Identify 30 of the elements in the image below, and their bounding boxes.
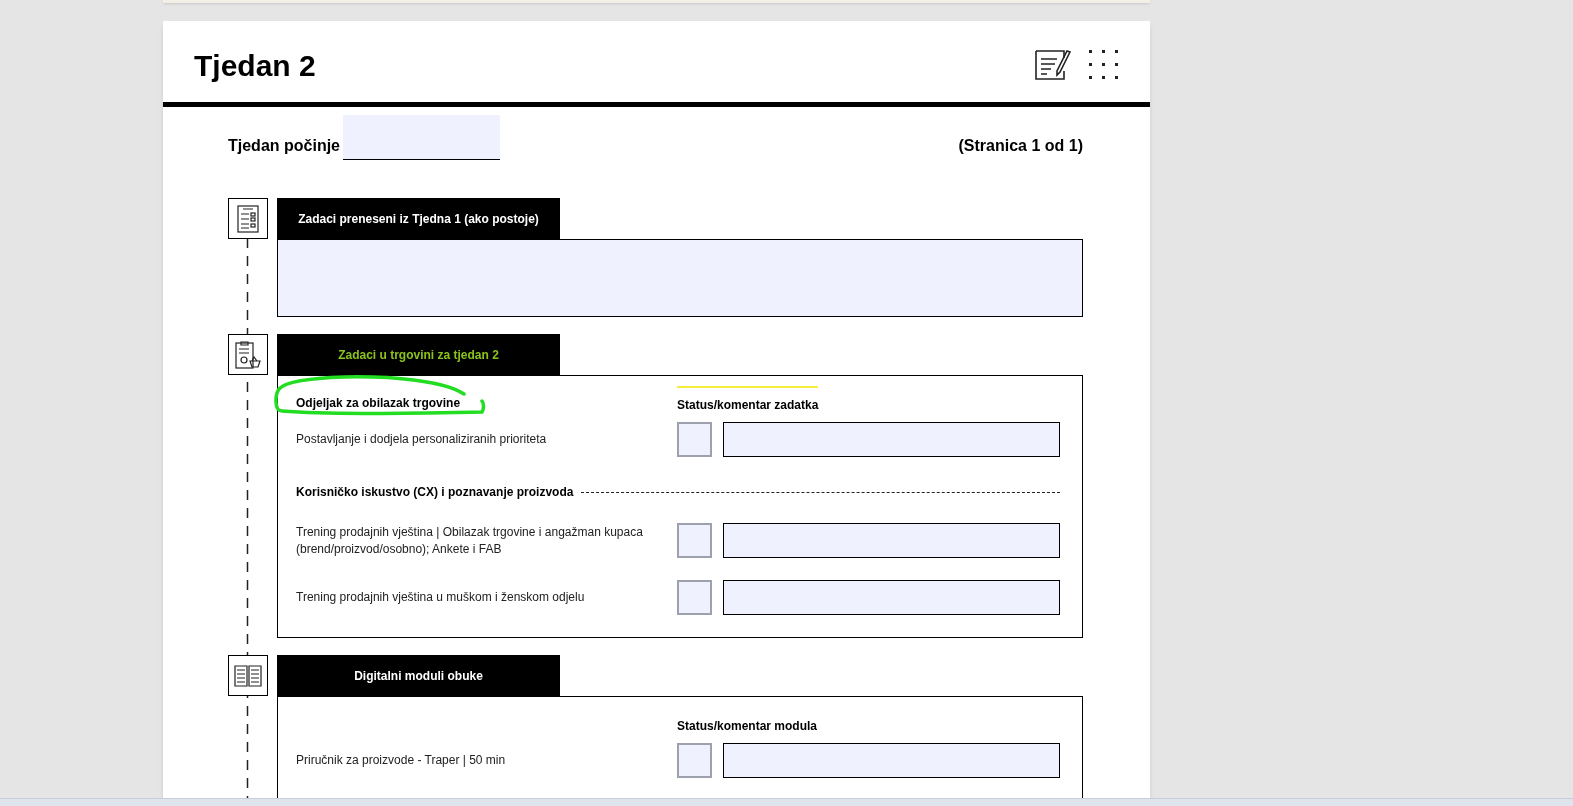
status-checkbox[interactable]	[677, 743, 712, 778]
week-start-label: Tjedan počinje	[228, 136, 340, 156]
comment-field[interactable]	[723, 580, 1060, 615]
task-label: Trening prodajnih vještina | Obilazak trgovine i angažman kupaca (brend/proizvod/osobno); Ankete i FAB	[296, 523, 644, 558]
section-title: Zadaci u trgovini za tjedan 2	[338, 346, 499, 364]
task-label: Trening prodajnih vještina u muškom i ženskom odjelu	[296, 589, 586, 606]
edit-icon[interactable]	[1034, 48, 1072, 81]
task-label: Priručnik za proizvode - Traper | 50 min	[296, 752, 507, 769]
status-checkbox[interactable]	[677, 422, 712, 457]
subsection-heading: Korisničko iskustvo (CX) i poznavanje proizvoda	[296, 484, 574, 501]
task-label: Postavljanje i dodjela personaliziranih prioriteta	[296, 431, 548, 448]
page-title: Tjedan 2	[194, 48, 316, 84]
comment-field[interactable]	[723, 743, 1060, 778]
status-checkbox[interactable]	[677, 580, 712, 615]
status-checkbox[interactable]	[677, 523, 712, 558]
horizontal-scrollbar[interactable]	[0, 798, 1573, 806]
section-title: Zadaci preneseni iz Tjedna 1 (ako postoje)	[298, 210, 539, 228]
page-number: (Stranica 1 od 1)	[958, 136, 1083, 156]
book-icon	[234, 663, 262, 688]
notes-field[interactable]	[277, 239, 1083, 317]
status-column-heading: Status/komentar modula	[677, 718, 818, 735]
clipboard-basket-icon	[235, 340, 261, 369]
grid-menu-icon[interactable]	[1088, 48, 1120, 81]
section-heading: Odjeljak za obilazak trgovine	[296, 396, 461, 410]
week-start-field[interactable]	[343, 115, 500, 160]
section-title: Digitalni moduli obuke	[354, 667, 483, 685]
checklist-icon	[237, 204, 259, 233]
status-column-heading: Status/komentar zadatka	[677, 386, 819, 414]
comment-field[interactable]	[723, 523, 1060, 558]
comment-field[interactable]	[723, 422, 1060, 457]
